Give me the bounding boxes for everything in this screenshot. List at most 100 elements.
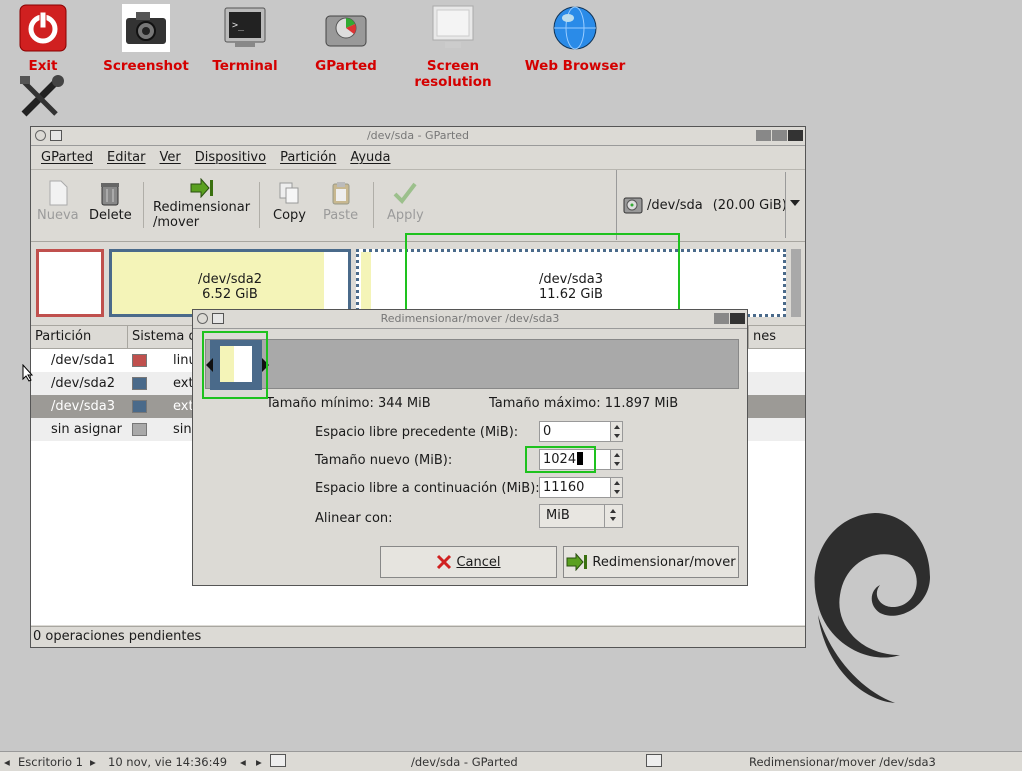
- device-size: (20.00 GiB): [712, 197, 787, 213]
- resize-slider[interactable]: [205, 339, 739, 390]
- taskbar-task-gparted[interactable]: /dev/sda - GParted: [411, 755, 518, 769]
- spin-arrows-icon[interactable]: [610, 478, 622, 497]
- free-before-label: Espacio libre precedente (MiB):: [315, 425, 519, 440]
- camera-icon: [122, 4, 170, 52]
- window-title: /dev/sda - GParted: [366, 129, 470, 142]
- app-icon: [212, 313, 224, 324]
- toolbar-separator: [143, 182, 144, 228]
- mouse-pointer-icon: [22, 364, 34, 382]
- dialog-title: Redimensionar/mover /dev/sda3: [380, 312, 560, 325]
- highlight-box: [202, 331, 268, 399]
- resize-move-confirm-button[interactable]: Redimensionar/mover: [563, 546, 739, 578]
- free-before-spinbox[interactable]: 0: [539, 421, 623, 442]
- max-size-label: Tamaño máximo: 11.897 MiB: [489, 396, 679, 411]
- column-header-flags[interactable]: nes: [748, 326, 805, 348]
- main-titlebar[interactable]: /dev/sda - GParted: [31, 127, 805, 146]
- debian-logo-icon: [814, 513, 930, 703]
- app-icon: [50, 130, 62, 141]
- copy-button[interactable]: Copy: [273, 178, 306, 223]
- menu-ver[interactable]: Ver: [160, 150, 181, 165]
- copy-icon: [279, 182, 299, 204]
- menu-particion[interactable]: Partición: [280, 150, 336, 165]
- toolbar: Nueva Delete Redimensionar /mover Copy P…: [31, 170, 805, 242]
- taskbar-task-resize-dialog[interactable]: Redimensionar/mover /dev/sda3: [749, 755, 936, 769]
- prev-window-icon[interactable]: ◂: [240, 755, 246, 769]
- partition-name: /dev/sda2: [198, 272, 262, 287]
- tools-icon: [20, 75, 64, 117]
- dialog-titlebar[interactable]: Redimensionar/mover /dev/sda3: [193, 310, 747, 329]
- resize-move-button[interactable]: Redimensionar /mover: [153, 176, 250, 230]
- align-select[interactable]: MiB: [539, 504, 623, 528]
- monitor-icon: [429, 4, 477, 52]
- desktop-icon-screen-resolution[interactable]: Screen resolution: [393, 4, 513, 90]
- close-button[interactable]: [730, 313, 745, 324]
- resize-move-dialog: Redimensionar/mover /dev/sda3 Tamaño mín…: [192, 309, 748, 586]
- color-swatch: [132, 354, 147, 367]
- menu-ayuda[interactable]: Ayuda: [350, 150, 390, 165]
- terminal-icon: >_: [221, 4, 269, 52]
- chevron-down-icon: [790, 200, 800, 206]
- desktop-icon-network-tools[interactable]: [18, 74, 66, 120]
- apply-button[interactable]: Apply: [387, 178, 424, 223]
- globe-icon: [551, 4, 599, 52]
- device-name: /dev/sda: [647, 197, 703, 213]
- desktop-label: GParted: [315, 58, 377, 74]
- window-menu-icon[interactable]: [197, 313, 208, 324]
- color-swatch: [132, 423, 147, 436]
- toolbar-separator: [259, 182, 260, 228]
- close-button[interactable]: [788, 130, 803, 141]
- window-thumb-icon: [646, 754, 662, 767]
- trash-icon: [101, 183, 120, 206]
- menubar: GParted Editar Ver Dispositivo Partición…: [31, 146, 805, 170]
- harddisk-icon: [623, 197, 643, 214]
- disk-icon: [322, 4, 370, 52]
- maximize-button[interactable]: [772, 130, 787, 141]
- check-icon: [393, 182, 417, 205]
- resize-arrow-icon: [566, 553, 588, 571]
- svg-text:>_: >_: [232, 20, 245, 31]
- new-button[interactable]: Nueva: [37, 178, 79, 223]
- delete-button[interactable]: Delete: [89, 178, 132, 223]
- partition-block-sda2[interactable]: /dev/sda2 6.52 GiB: [109, 249, 351, 317]
- spin-arrows-icon[interactable]: [610, 422, 622, 441]
- new-document-icon: [49, 180, 68, 206]
- power-icon: [19, 4, 67, 52]
- cancel-x-icon: [437, 554, 452, 570]
- window-menu-icon[interactable]: [35, 130, 46, 141]
- next-desktop-icon[interactable]: ▸: [90, 755, 96, 769]
- minimize-button[interactable]: [714, 313, 729, 324]
- menu-dispositivo[interactable]: Dispositivo: [195, 150, 266, 165]
- desktop-label: Screen resolution: [414, 58, 492, 90]
- spin-arrows-icon[interactable]: [610, 450, 622, 469]
- desktop-label: Web Browser: [524, 58, 626, 74]
- color-swatch: [132, 377, 147, 390]
- prev-desktop-icon[interactable]: ◂: [4, 755, 10, 769]
- minimize-button[interactable]: [756, 130, 771, 141]
- select-arrows-icon: [604, 505, 622, 527]
- paste-button[interactable]: Paste: [323, 178, 358, 223]
- toolbar-separator: [373, 182, 374, 228]
- partition-block-sda1[interactable]: [36, 249, 104, 317]
- free-after-spinbox[interactable]: 11160: [539, 477, 623, 498]
- next-window-icon[interactable]: ▸: [256, 755, 262, 769]
- column-header-filesystem[interactable]: Sistema d: [128, 326, 198, 348]
- align-label: Alinear con:: [315, 511, 393, 526]
- menu-editar[interactable]: Editar: [107, 150, 146, 165]
- free-after-label: Espacio libre a continuación (MiB):: [315, 481, 540, 496]
- resize-arrow-icon: [190, 178, 213, 198]
- pending-operations: 0 operaciones pendientes: [33, 629, 202, 644]
- menu-gparted[interactable]: GParted: [41, 150, 93, 165]
- highlight-box: [525, 446, 596, 473]
- desktop-name[interactable]: Escritorio 1: [18, 755, 83, 769]
- window-thumb-icon: [270, 754, 286, 767]
- cancel-button[interactable]: Cancel: [380, 546, 557, 578]
- device-selector[interactable]: /dev/sda (20.00 GiB): [616, 170, 806, 240]
- clock: 10 nov, vie 14:36:49: [108, 755, 228, 769]
- color-swatch: [132, 400, 147, 413]
- desktop-icon-gparted[interactable]: GParted: [286, 4, 406, 74]
- new-size-label: Tamaño nuevo (MiB):: [315, 453, 453, 468]
- desktop-icon-web-browser[interactable]: Web Browser: [515, 4, 635, 74]
- status-bar: 0 operaciones pendientes: [31, 626, 805, 647]
- partition-block-unallocated[interactable]: [791, 249, 801, 317]
- column-header-partition[interactable]: Partición: [31, 326, 128, 348]
